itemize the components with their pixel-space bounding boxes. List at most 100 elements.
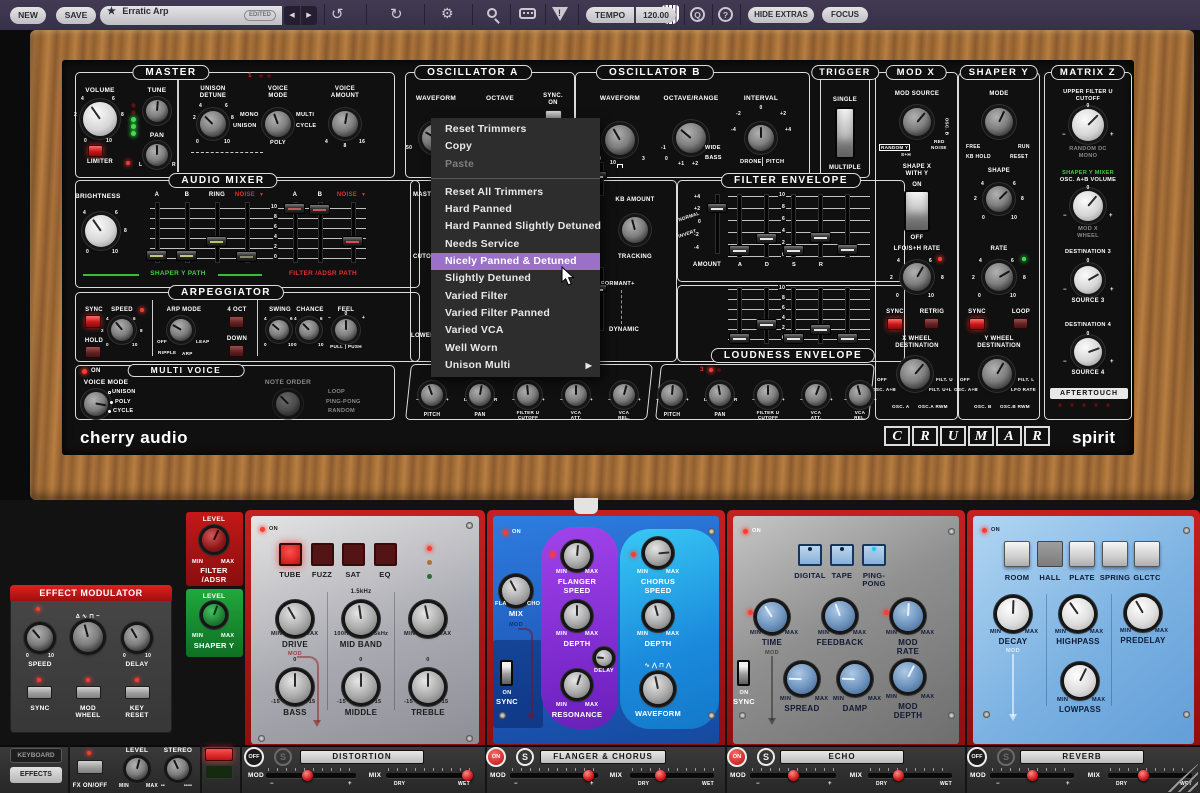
fx-green-indicator-button[interactable] (205, 765, 233, 779)
mv-note-order-knob[interactable] (276, 392, 300, 416)
midi-icon[interactable] (519, 8, 536, 19)
limiter-button[interactable] (88, 145, 103, 157)
dist-tube-button[interactable] (279, 543, 302, 566)
volume-knob[interactable] (83, 102, 117, 136)
voice-mode-knob[interactable] (265, 111, 291, 137)
arp-hold-button[interactable] (85, 346, 101, 358)
dist-name-plate[interactable]: DISTORTION (300, 750, 424, 764)
trim2-pitch-knob[interactable] (661, 384, 683, 406)
rev-solo-button[interactable]: S (997, 748, 1015, 766)
favorite-star-icon[interactable]: ★ (107, 6, 116, 17)
menu-item-needs-service[interactable]: Needs Service (431, 236, 600, 253)
sy-shape-knob[interactable] (986, 186, 1012, 212)
mz-dest4-knob[interactable] (1074, 338, 1102, 366)
trim2-vca-att-knob[interactable] (805, 384, 827, 406)
rev-lowpass-knob[interactable] (1064, 665, 1096, 697)
rev-decay-knob[interactable] (997, 598, 1029, 630)
sy-sync-button[interactable] (969, 318, 985, 330)
preset-field[interactable]: ★ Erratic Arp EDITED (100, 6, 282, 25)
arp-speed-knob[interactable] (111, 319, 133, 341)
dist-mix-slider[interactable] (386, 773, 472, 778)
echo-mix-slider[interactable] (868, 773, 952, 778)
focus-button[interactable]: FOCUS (822, 7, 868, 23)
mixer-noise-slider[interactable] (236, 251, 257, 262)
trim2-cutoff-knob[interactable] (757, 384, 779, 406)
le-attack-slider[interactable] (729, 333, 750, 344)
fx-level-knob[interactable] (126, 758, 148, 780)
brightness-knob[interactable] (85, 215, 117, 247)
fe-amount-slider[interactable] (707, 203, 727, 213)
pan-knob[interactable] (146, 144, 168, 166)
menu-item-varied-filter[interactable]: Varied Filter (431, 288, 600, 305)
em-speed-knob[interactable] (27, 625, 53, 651)
sy-loop-button[interactable] (1013, 318, 1028, 329)
rev-hall-button[interactable] (1037, 541, 1063, 567)
filter-adsr-level-knob[interactable] (202, 528, 226, 552)
settings-gear-icon[interactable]: ⚙ (441, 5, 454, 22)
fx-red-indicator-button[interactable] (205, 748, 233, 761)
menu-item-reset-trimmers[interactable]: Reset Trimmers (431, 121, 600, 138)
dist-mod-handle[interactable] (302, 770, 313, 781)
le-release-slider[interactable] (810, 324, 831, 335)
dist-solo-button[interactable]: S (274, 748, 292, 766)
echo-mix-handle[interactable] (893, 770, 904, 781)
trim1-cutoff-knob[interactable] (517, 384, 539, 406)
fe-sustain-slider[interactable] (783, 245, 804, 256)
arp-down-button[interactable] (229, 345, 244, 357)
mixer-a2-slider[interactable] (284, 203, 305, 214)
voice-amount-knob[interactable] (332, 111, 358, 137)
osc-b-octave-range-knob[interactable] (676, 123, 706, 153)
menu-item-copy[interactable]: Copy (431, 138, 600, 155)
flg-resonance-knob[interactable] (564, 672, 590, 698)
flg-depth-knob[interactable] (564, 603, 590, 629)
dist-fuzz-button[interactable] (311, 543, 334, 566)
y-wheel-dest-knob[interactable] (982, 359, 1012, 389)
echo-power-button[interactable]: ON (727, 747, 747, 767)
trigger-switch[interactable] (835, 107, 855, 159)
menu-item-well-worn[interactable]: Well Worn (431, 340, 600, 357)
arp-mode-knob[interactable] (170, 319, 192, 341)
mixer-b2-slider[interactable] (309, 204, 330, 215)
flg-solo-button[interactable]: S (516, 748, 534, 766)
trim1-vca-att-knob[interactable] (565, 384, 587, 406)
echo-modrate-knob[interactable] (893, 601, 923, 631)
next-preset-button[interactable]: ▶ (301, 6, 317, 25)
trim1-pitch-knob[interactable] (421, 384, 443, 406)
prev-preset-button[interactable]: ◀ (284, 6, 300, 25)
dist-mix-handle[interactable] (462, 770, 473, 781)
zoom-magnifier-icon[interactable] (487, 8, 497, 18)
echo-mod-handle[interactable] (788, 770, 799, 781)
menu-item-reset-all-trimmers[interactable]: Reset All Trimmers (431, 184, 600, 201)
flg-mod-handle[interactable] (583, 770, 594, 781)
fx-onoff-button[interactable] (77, 760, 103, 774)
rev-highpass-knob[interactable] (1062, 598, 1094, 630)
mixer-ring-slider[interactable] (206, 236, 227, 247)
flg-sync-switch[interactable] (500, 660, 513, 686)
mz-dest2-knob[interactable] (1073, 191, 1103, 221)
lfo-rate-knob[interactable] (903, 263, 931, 291)
save-button[interactable]: SAVE (56, 7, 96, 24)
trim2-pan-knob[interactable] (709, 384, 731, 406)
menu-item-hard-panned[interactable]: Hard Panned (431, 201, 600, 218)
echo-spread-knob[interactable] (787, 664, 817, 694)
mz-dest1-knob[interactable] (1072, 109, 1104, 141)
flg-delay-knob[interactable] (596, 650, 612, 666)
fe-attack-slider[interactable] (729, 245, 750, 256)
fx-stereo-knob[interactable] (167, 758, 189, 780)
menu-item-varied-vca[interactable]: Varied VCA (431, 322, 600, 339)
rev-mix-slider[interactable] (1108, 773, 1192, 778)
le-sustain-slider[interactable] (783, 333, 804, 344)
arp-feel-knob[interactable] (335, 319, 357, 341)
le-decay-slider[interactable] (756, 319, 777, 330)
mx-retrig-button[interactable] (924, 318, 939, 329)
arp-sync-button[interactable] (85, 315, 101, 328)
mod-source-knob[interactable] (903, 108, 931, 136)
em-waveform-knob[interactable] (73, 622, 103, 652)
em-sync-button[interactable] (27, 686, 52, 699)
echo-sync-switch[interactable] (737, 660, 750, 686)
x-wheel-dest-knob[interactable] (900, 359, 930, 389)
em-mod-wheel-button[interactable] (76, 686, 101, 699)
echo-time-knob[interactable] (757, 602, 787, 632)
osc-b-waveform-knob[interactable] (605, 125, 635, 155)
rev-power-button[interactable]: OFF (967, 747, 987, 767)
